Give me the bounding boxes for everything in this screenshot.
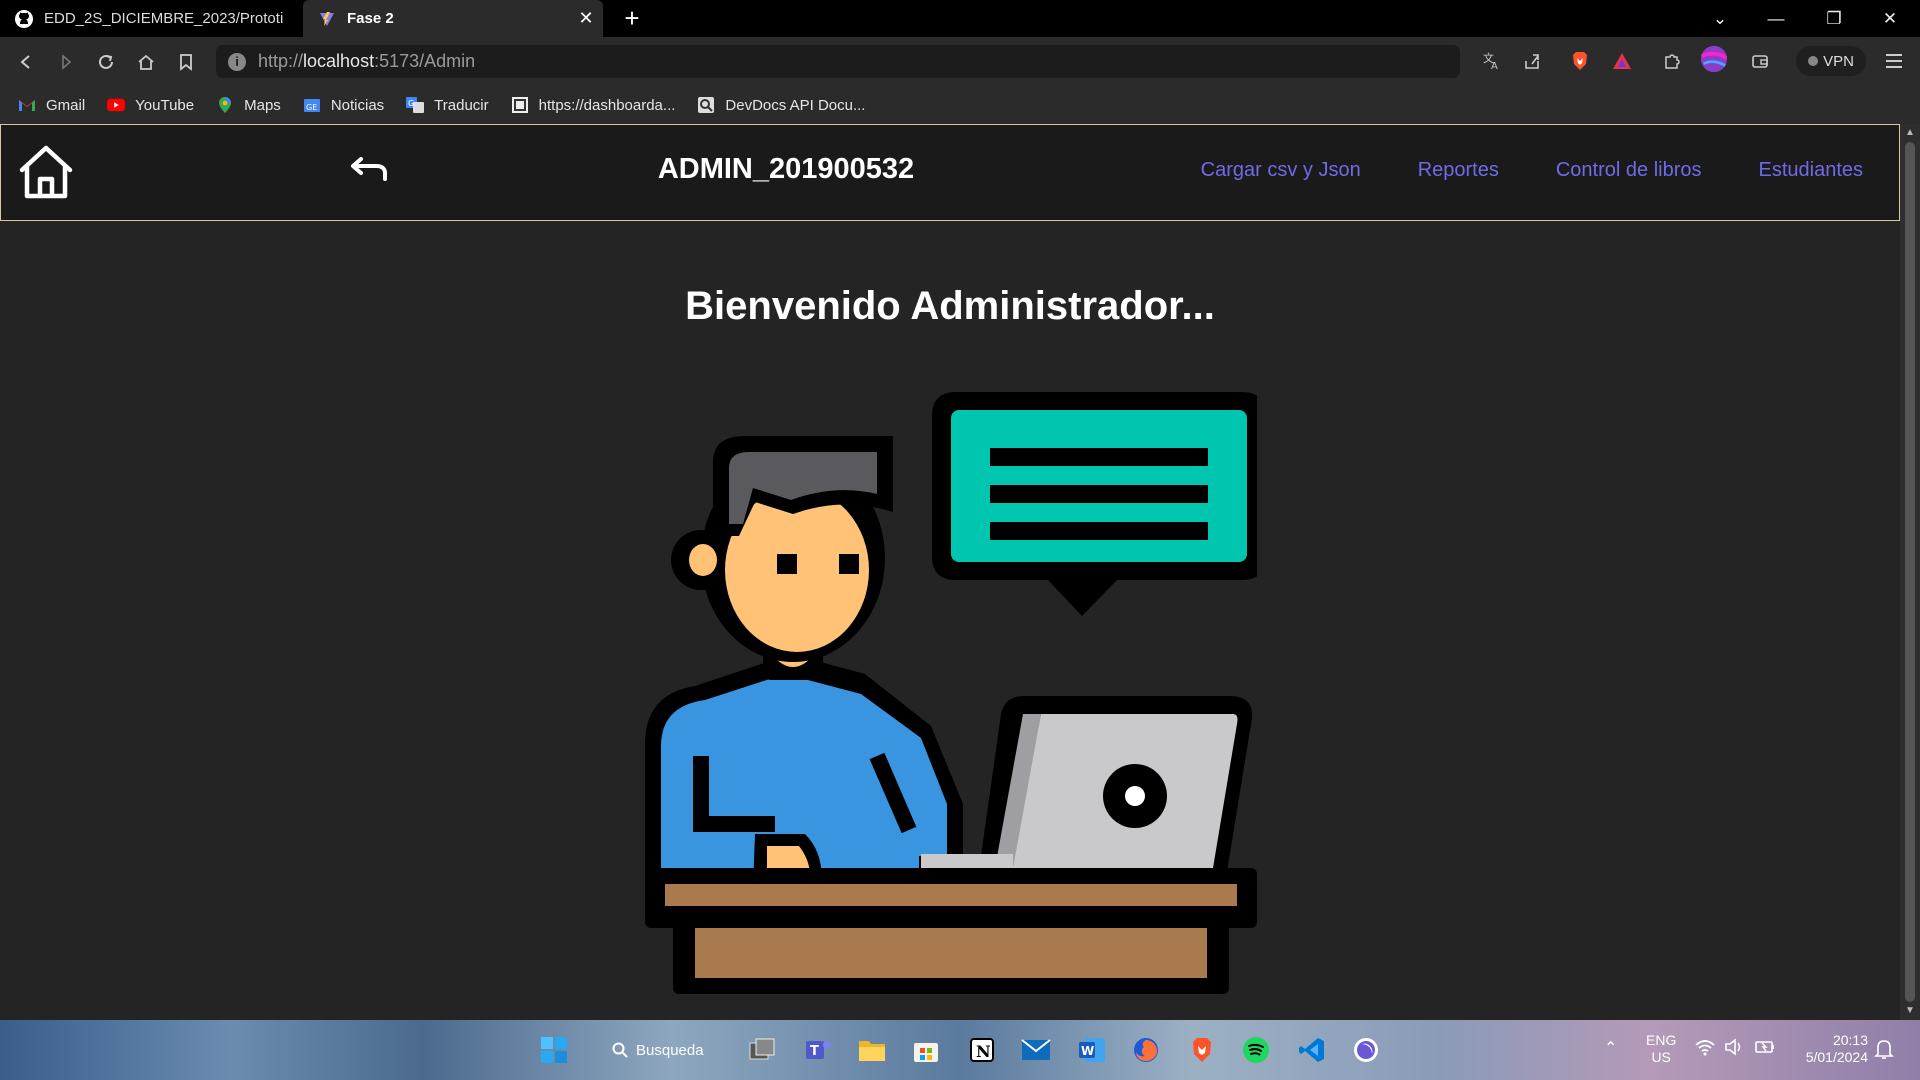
mail-icon[interactable] (1020, 1034, 1052, 1066)
language-indicator[interactable]: ENG US (1646, 1032, 1676, 1066)
url-text[interactable]: http://localhost:5173/Admin (258, 51, 475, 72)
chevron-up-icon[interactable]: ⌃ (1604, 1038, 1617, 1058)
page-scrollbar[interactable]: ▲ ▼ (1900, 124, 1920, 1020)
notification-bell-icon[interactable] (1874, 1038, 1896, 1062)
profile-avatar[interactable] (1700, 45, 1728, 73)
menu-icon[interactable] (1880, 47, 1908, 75)
brave-icon[interactable] (1186, 1034, 1218, 1066)
vpn-label: VPN (1823, 52, 1854, 70)
vite-icon (317, 9, 337, 29)
windows-start-icon[interactable] (538, 1034, 570, 1066)
file-explorer-icon[interactable] (856, 1034, 888, 1066)
bookmark-gmail[interactable]: Gmail (18, 96, 85, 114)
battery-icon[interactable] (1754, 1038, 1776, 1059)
svg-text:W: W (1081, 1044, 1094, 1058)
laptop-icon (919, 696, 1253, 884)
nav-link-control-libros[interactable]: Control de libros (1556, 159, 1702, 182)
reload-button[interactable] (92, 48, 120, 76)
page-viewport: ADMIN_201900532 Cargar csv y Json Report… (0, 124, 1900, 1020)
home-button[interactable] (132, 48, 160, 76)
teams-icon[interactable]: T (802, 1034, 834, 1066)
bookmark-icon[interactable] (172, 48, 200, 76)
svg-text:G: G (408, 99, 414, 108)
maps-icon (216, 96, 234, 114)
word-icon[interactable]: W (1076, 1034, 1108, 1066)
admin-illustration (645, 392, 1257, 994)
site-info-icon[interactable]: i (228, 52, 246, 71)
desk-icon (645, 868, 1257, 994)
close-icon[interactable]: ✕ (577, 9, 595, 27)
share-icon[interactable] (1518, 47, 1546, 75)
github-icon (14, 9, 34, 29)
notion-icon[interactable]: N (966, 1034, 998, 1066)
vpn-status-icon (1808, 56, 1819, 66)
bookmark-maps[interactable]: Maps (216, 96, 281, 114)
svg-text:T: T (810, 1044, 819, 1059)
brave-rewards-icon[interactable] (1608, 47, 1636, 75)
spotify-icon[interactable] (1240, 1034, 1272, 1066)
vscode-icon[interactable] (1296, 1034, 1328, 1066)
nav-links: Cargar csv y Json Reportes Control de li… (1201, 159, 1863, 182)
svg-text:GE: GE (306, 103, 317, 112)
bookmark-dashboard[interactable]: https://dashboarda... (511, 96, 675, 114)
browser-toolbar: i http://localhost:5173/Admin 文A VPN (0, 37, 1920, 86)
address-bar[interactable]: i http://localhost:5173/Admin (216, 45, 1460, 78)
new-tab-button[interactable]: + (618, 4, 646, 32)
bookmarks-bar: Gmail YouTube Maps GE Noticias G Traduci… (0, 86, 1920, 124)
site-icon (511, 96, 529, 114)
wallet-icon[interactable] (1746, 47, 1774, 75)
tab-strip: EDD_2S_DICIEMBRE_2023/Prototipo/b Fase 2… (0, 0, 1920, 37)
bookmark-traducir[interactable]: G Traducir (406, 96, 489, 114)
brave-shields-icon[interactable] (1566, 47, 1594, 75)
wifi-icon[interactable] (1694, 1038, 1716, 1059)
svg-text:N: N (976, 1042, 991, 1061)
devdocs-icon (697, 96, 715, 114)
speech-bubble-icon (932, 392, 1257, 616)
tab-github[interactable]: EDD_2S_DICIEMBRE_2023/Prototipo/b (0, 0, 302, 37)
minimize-button[interactable]: — (1748, 0, 1804, 37)
volume-icon[interactable] (1724, 1038, 1744, 1059)
forward-button[interactable] (52, 48, 80, 76)
scroll-down-icon[interactable]: ▼ (1900, 1002, 1920, 1020)
microsoft-store-icon[interactable] (910, 1034, 942, 1066)
windows-taskbar: Busqueda T N W ⌃ ENG US 20:13 5/01/2024 (0, 1020, 1920, 1080)
bookmark-noticias[interactable]: GE Noticias (303, 96, 384, 114)
gmail-icon (18, 96, 36, 114)
extensions-icon[interactable] (1658, 47, 1686, 75)
translate-icon[interactable]: 文A (1478, 47, 1506, 75)
tab-fase-2[interactable]: Fase 2 ✕ (303, 0, 603, 37)
translate-icon: G (406, 96, 425, 114)
bookmark-devdocs[interactable]: DevDocs API Docu... (697, 96, 865, 114)
welcome-heading: Bienvenido Administrador... (685, 284, 1215, 328)
scroll-thumb[interactable] (1905, 142, 1915, 1002)
news-icon: GE (303, 96, 321, 114)
restore-button[interactable]: ❐ (1806, 0, 1862, 37)
bookmark-youtube[interactable]: YouTube (107, 96, 194, 114)
firefox-icon[interactable] (1130, 1034, 1162, 1066)
taskbar-search[interactable]: Busqueda (612, 1036, 704, 1064)
scroll-up-icon[interactable]: ▲ (1900, 124, 1920, 142)
tab-title: Fase 2 (347, 10, 394, 27)
person-icon (645, 436, 963, 888)
back-button[interactable] (12, 48, 40, 76)
search-icon (612, 1042, 628, 1058)
search-label: Busqueda (636, 1041, 704, 1059)
svg-text:A: A (1491, 61, 1498, 71)
app-icon[interactable] (1350, 1034, 1382, 1066)
vpn-button[interactable]: VPN (1796, 46, 1866, 76)
task-view-icon[interactable] (746, 1034, 778, 1066)
site-navbar: ADMIN_201900532 Cargar csv y Json Report… (0, 124, 1900, 221)
tab-title: EDD_2S_DICIEMBRE_2023/Prototipo/b (44, 10, 284, 27)
tab-list-chevron-icon[interactable]: ⌄ (1692, 0, 1748, 37)
close-window-button[interactable]: ✕ (1862, 0, 1918, 37)
nav-link-cargar[interactable]: Cargar csv y Json (1201, 159, 1361, 182)
system-clock[interactable]: 20:13 5/01/2024 (1792, 1032, 1868, 1066)
nav-link-reportes[interactable]: Reportes (1418, 159, 1499, 182)
youtube-icon (107, 96, 126, 114)
nav-link-estudiantes[interactable]: Estudiantes (1758, 159, 1863, 182)
